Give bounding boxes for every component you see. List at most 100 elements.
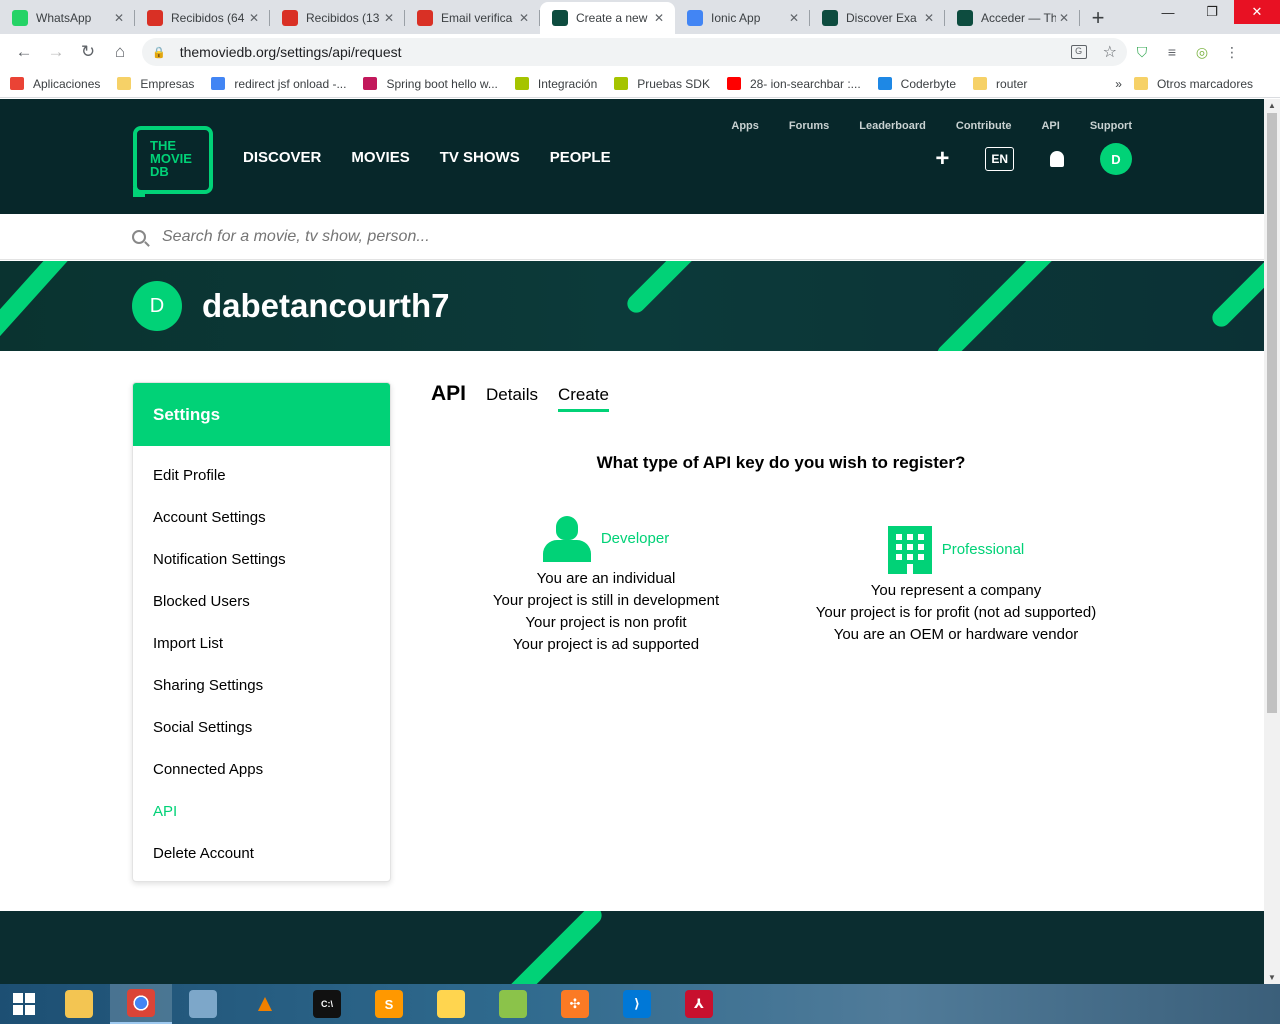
taskbar-cmd[interactable]: C:\ — [296, 984, 358, 1024]
tab-create[interactable]: Create — [557, 385, 610, 412]
developer-option[interactable]: Developer You are an individual Your pro… — [480, 516, 732, 656]
scroll-down-arrow[interactable]: ▼ — [1264, 973, 1280, 982]
bookmark-item[interactable]: Integración — [514, 77, 597, 91]
user-avatar[interactable]: D — [1100, 143, 1132, 175]
new-tab-button[interactable]: + — [1080, 2, 1116, 34]
settings-item[interactable]: Import List — [133, 622, 390, 664]
language-button[interactable]: EN — [985, 147, 1014, 171]
tmdb-logo[interactable]: THE MOVIE DB — [133, 126, 213, 194]
browser-tab[interactable]: Ionic App ✕ — [675, 2, 810, 34]
xampp-icon: ✣ — [561, 990, 589, 1018]
developer-link[interactable]: Developer — [601, 528, 669, 550]
nav-discover[interactable]: DISCOVER — [243, 149, 321, 166]
translate-icon[interactable]: G — [1070, 45, 1087, 59]
notepad-plus-icon — [499, 990, 527, 1018]
taskbar-vscode[interactable]: ⟩ — [606, 984, 668, 1024]
settings-item[interactable]: Blocked Users — [133, 580, 390, 622]
settings-item[interactable]: Account Settings — [133, 496, 390, 538]
professional-option-head[interactable]: Professional — [800, 526, 1112, 574]
professional-option[interactable]: Professional You represent a company You… — [800, 526, 1112, 646]
taskbar-control-panel[interactable] — [172, 984, 234, 1024]
address-bar[interactable]: 🔒 themoviedb.org/settings/api/request G … — [142, 38, 1127, 66]
nav-movies[interactable]: MOVIES — [351, 149, 409, 166]
settings-item[interactable]: Connected Apps — [133, 748, 390, 790]
taskbar-file-explorer[interactable] — [48, 984, 110, 1024]
taskbar-files[interactable] — [420, 984, 482, 1024]
bookmark-item[interactable]: redirect jsf onload -... — [211, 77, 346, 91]
subnav-api[interactable]: API — [1041, 120, 1059, 132]
taskbar-notepad[interactable] — [482, 984, 544, 1024]
bookmark-item[interactable]: Spring boot hello w... — [363, 77, 498, 91]
nav-tv-shows[interactable]: TV SHOWS — [440, 149, 520, 166]
reload-button[interactable]: ↻ — [72, 36, 104, 68]
bookmark-star-icon[interactable]: ☆ — [1103, 42, 1117, 62]
chrome-menu-icon[interactable]: ⋮ — [1217, 37, 1247, 67]
forward-button[interactable]: → — [40, 36, 72, 68]
bookmark-item[interactable]: Aplicaciones — [10, 77, 100, 91]
close-icon[interactable]: ✕ — [246, 11, 262, 25]
back-button[interactable]: ← — [8, 36, 40, 68]
extension-icon[interactable]: ◎ — [1187, 37, 1217, 67]
start-button[interactable] — [0, 984, 48, 1024]
settings-item[interactable]: Delete Account — [133, 832, 390, 874]
browser-tab[interactable]: Email verifica ✕ — [405, 2, 540, 34]
profile-username[interactable]: dabetancourth7 — [202, 287, 450, 325]
close-icon[interactable]: ✕ — [516, 11, 532, 25]
nav-people[interactable]: PEOPLE — [550, 149, 611, 166]
close-icon[interactable]: ✕ — [111, 11, 127, 25]
other-bookmarks-folder[interactable]: Otros marcadores — [1133, 77, 1253, 91]
browser-tab[interactable]: Recibidos (64 ✕ — [135, 2, 270, 34]
ionic-icon — [687, 10, 703, 26]
taskbar-xampp[interactable]: ✣ — [544, 984, 606, 1024]
bookmark-item[interactable]: Coderbyte — [877, 77, 956, 91]
browser-tab[interactable]: Recibidos (13 ✕ — [270, 2, 405, 34]
professional-link[interactable]: Professional — [942, 539, 1025, 561]
browser-tab[interactable]: Discover Exa ✕ — [810, 2, 945, 34]
scroll-thumb[interactable] — [1267, 113, 1277, 713]
settings-item[interactable]: Notification Settings — [133, 538, 390, 580]
close-icon[interactable]: ✕ — [1056, 11, 1072, 25]
bookmark-item[interactable]: Pruebas SDK — [614, 77, 710, 91]
search-input[interactable] — [162, 227, 662, 246]
subnav-forums[interactable]: Forums — [789, 120, 829, 132]
settings-item[interactable]: Social Settings — [133, 706, 390, 748]
page-scrollbar[interactable]: ▲ ▼ — [1264, 99, 1280, 984]
subnav-support[interactable]: Support — [1090, 120, 1132, 132]
bell-icon[interactable] — [1050, 151, 1064, 167]
minimize-button[interactable]: — — [1146, 0, 1190, 24]
browser-tab[interactable]: Create a new ✕ — [540, 2, 675, 34]
scroll-up-arrow[interactable]: ▲ — [1264, 101, 1280, 110]
subnav-contribute[interactable]: Contribute — [956, 120, 1012, 132]
tab-details[interactable]: Details — [486, 385, 538, 409]
taskbar-sublime[interactable]: S — [358, 984, 420, 1024]
bookmarks-overflow-button[interactable]: » — [1115, 77, 1122, 91]
bookmark-item[interactable]: Empresas — [117, 77, 194, 91]
person-icon[interactable] — [542, 516, 591, 562]
close-window-button[interactable]: ✕ — [1234, 0, 1280, 24]
close-icon[interactable]: ✕ — [651, 11, 667, 25]
close-icon[interactable]: ✕ — [786, 11, 802, 25]
developer-option-head[interactable]: Developer — [480, 516, 732, 562]
subnav-apps[interactable]: Apps — [731, 120, 759, 132]
bookmark-item[interactable]: 28- ion-searchbar :... — [726, 77, 861, 91]
profile-avatar[interactable]: D — [132, 281, 182, 331]
taskbar-chrome[interactable] — [110, 984, 172, 1024]
browser-tab[interactable]: WhatsApp ✕ — [0, 2, 135, 34]
lock-icon[interactable]: 🔒 — [152, 46, 166, 59]
building-icon[interactable] — [887, 526, 932, 574]
browser-tab[interactable]: Acceder — Th ✕ — [945, 2, 1080, 34]
restore-button[interactable]: ❐ — [1190, 0, 1234, 24]
subnav-leaderboard[interactable]: Leaderboard — [859, 120, 926, 132]
taskbar-vlc[interactable]: ▲ — [234, 984, 296, 1024]
media-queue-icon[interactable]: ≡ — [1157, 37, 1187, 67]
close-icon[interactable]: ✕ — [381, 11, 397, 25]
settings-item[interactable]: Sharing Settings — [133, 664, 390, 706]
add-icon[interactable]: + — [935, 145, 949, 173]
close-icon[interactable]: ✕ — [921, 11, 937, 25]
settings-item[interactable]: Edit Profile — [133, 454, 390, 496]
extension-shield-icon[interactable]: ⛉ — [1127, 37, 1157, 67]
bookmark-item[interactable]: router — [973, 77, 1027, 91]
taskbar-acrobat[interactable]: ⅄ — [668, 984, 730, 1024]
home-button[interactable]: ⌂ — [104, 36, 136, 68]
settings-item[interactable]: API — [133, 790, 390, 832]
